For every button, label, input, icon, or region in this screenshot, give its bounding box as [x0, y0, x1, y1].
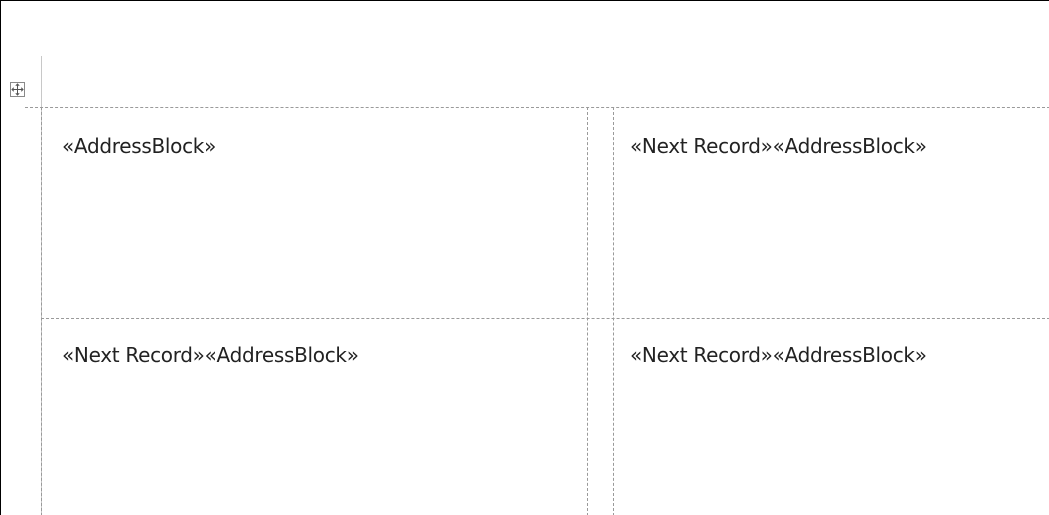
table-move-handle[interactable]	[10, 82, 25, 97]
label-cell-r2c2[interactable]: «Next Record»«AddressBlock»	[614, 319, 1049, 515]
label-cell-r1c2[interactable]: «Next Record»«AddressBlock»	[614, 108, 1049, 318]
document-page[interactable]: «AddressBlock» «Next Record»«AddressBloc…	[1, 1, 1049, 515]
next-record-address-block-field[interactable]: «Next Record»«AddressBlock»	[62, 343, 359, 367]
move-arrows-icon	[11, 83, 24, 96]
column-1-right-border	[587, 107, 588, 515]
label-cell-r1c1[interactable]: «AddressBlock»	[42, 108, 587, 318]
document-window: «AddressBlock» «Next Record»«AddressBloc…	[0, 0, 1049, 515]
label-cell-r2c1[interactable]: «Next Record»«AddressBlock»	[42, 319, 587, 515]
next-record-address-block-field[interactable]: «Next Record»«AddressBlock»	[630, 134, 927, 158]
next-record-address-block-field[interactable]: «Next Record»«AddressBlock»	[630, 343, 927, 367]
address-block-field[interactable]: «AddressBlock»	[62, 134, 216, 158]
